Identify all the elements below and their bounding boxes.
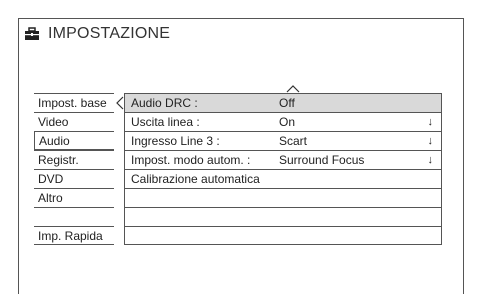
- setting-label: Audio DRC :: [131, 96, 198, 110]
- page-title: IMPOSTAZIONE: [48, 25, 171, 42]
- down-arrow-icon[interactable]: ↓: [428, 151, 434, 170]
- category-registr[interactable]: Registr.: [34, 150, 114, 169]
- setting-row-uscita-linea[interactable]: Uscita linea : On ↓: [124, 112, 442, 131]
- setting-value: Scart: [279, 134, 308, 148]
- setting-label: Uscita linea :: [131, 115, 200, 129]
- audio-settings-list: Audio DRC : Off Uscita linea : On ↓ Ingr…: [116, 85, 442, 245]
- setting-value: On: [279, 115, 296, 129]
- category-menu: Impost. base Video Audio Registr. DVD Al…: [34, 93, 114, 245]
- chevron-left-icon: [116, 96, 124, 110]
- category-impost-base[interactable]: Impost. base: [34, 93, 114, 112]
- setting-label: [125, 189, 441, 207]
- setting-label: [125, 227, 441, 244]
- setting-value-wrap[interactable]: Surround Focus ↓: [279, 151, 441, 169]
- category-imp-rapida[interactable]: Imp. Rapida: [34, 226, 114, 245]
- setting-row-empty: [124, 226, 442, 245]
- category-audio[interactable]: Audio: [34, 131, 114, 150]
- setting-row-impost-modo-autom[interactable]: Impost. modo autom. : Surround Focus ↓: [124, 150, 442, 169]
- setting-row-empty: [124, 207, 442, 226]
- category-dvd[interactable]: DVD: [34, 169, 114, 188]
- setting-label: Impost. modo autom. :: [131, 153, 251, 167]
- setting-value-wrap[interactable]: Scart ↓: [279, 132, 441, 150]
- setting-label: Ingresso Line 3 :: [131, 134, 220, 148]
- category-video[interactable]: Video: [34, 112, 114, 131]
- down-arrow-icon[interactable]: ↓: [428, 132, 434, 151]
- setting-value-wrap[interactable]: On ↓: [279, 113, 441, 131]
- setup-header: IMPOSTAZIONE: [24, 25, 170, 43]
- setting-value[interactable]: Off: [279, 94, 441, 112]
- down-arrow-icon[interactable]: ↓: [428, 113, 434, 132]
- category-altro[interactable]: Altro: [34, 188, 114, 207]
- setting-row-calibrazione[interactable]: Calibrazione automatica: [124, 169, 442, 188]
- toolbox-icon: [25, 27, 39, 40]
- setting-row-audio-drc[interactable]: Audio DRC : Off: [116, 93, 442, 112]
- category-spacer: [34, 207, 114, 226]
- chevron-up-icon: [286, 85, 300, 93]
- setting-label: [125, 208, 441, 226]
- setting-value: Surround Focus: [279, 153, 365, 167]
- setting-row-ingresso-line3[interactable]: Ingresso Line 3 : Scart ↓: [124, 131, 442, 150]
- setting-row-empty: [124, 188, 442, 207]
- setting-label: Calibrazione automatica: [131, 172, 260, 186]
